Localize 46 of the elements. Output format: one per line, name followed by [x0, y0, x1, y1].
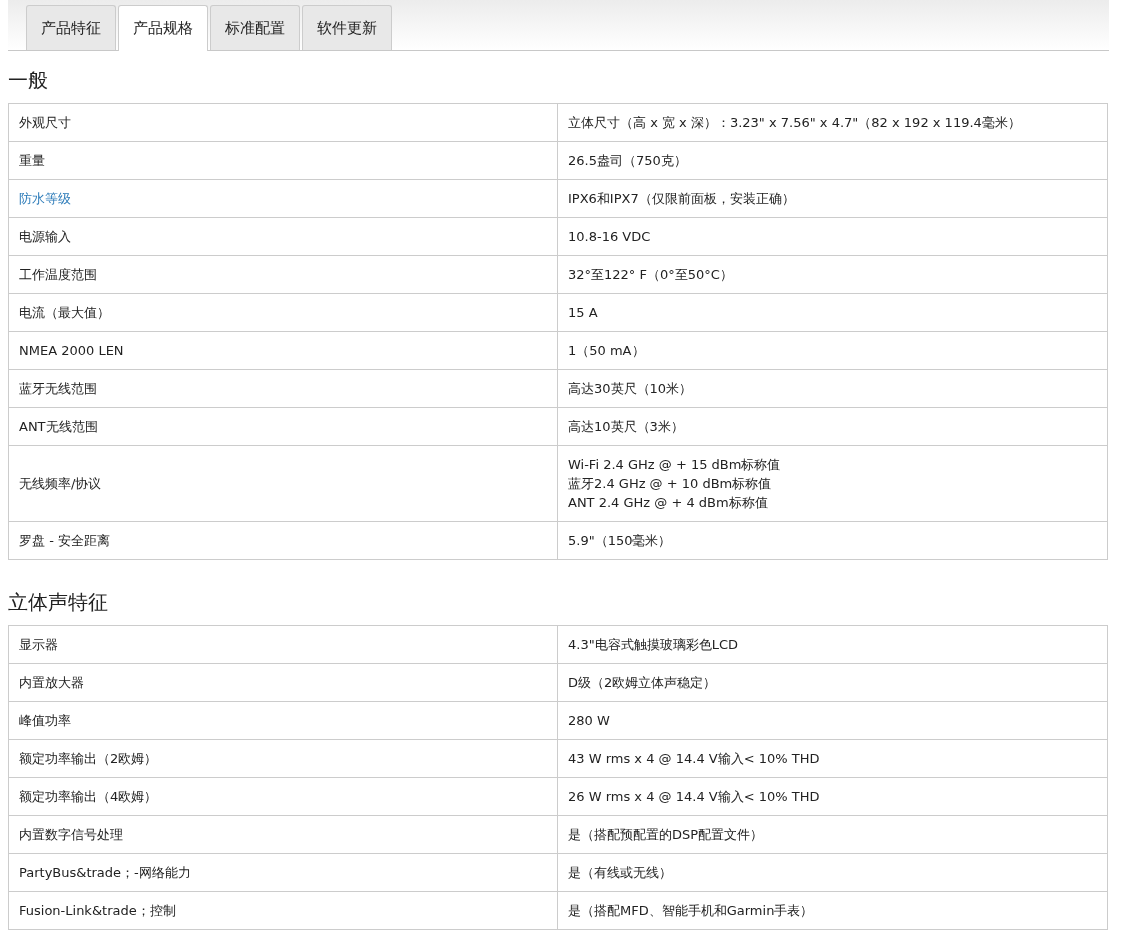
spec-label: 无线频率/协议	[19, 476, 102, 491]
spec-value: 是（搭配预配置的DSP配置文件）	[568, 826, 765, 844]
spec-label: 额定功率输出（4欧姆）	[19, 789, 158, 804]
tab[interactable]: 标准配置	[210, 5, 300, 50]
spec-value: 4.3"电容式触摸玻璃彩色LCD	[568, 636, 739, 654]
spec-value: Wi-Fi 2.4 GHz @ + 15 dBm标称值	[568, 456, 782, 474]
spec-value: 1（50 mA）	[568, 342, 646, 360]
spec-label: 工作温度范围	[19, 267, 97, 282]
spec-value: 高达10英尺（3米）	[568, 418, 685, 436]
spec-value: 32°至122° F（0°至50°C）	[568, 266, 734, 284]
spec-label: PartyBus&trade；-网络能力	[19, 865, 191, 880]
spec-label: 电流（最大值）	[19, 305, 110, 320]
spec-value: 高达30英尺（10米）	[568, 380, 694, 398]
spec-link[interactable]: 防水等级	[19, 191, 71, 206]
spec-label: 内置放大器	[19, 675, 84, 690]
tab[interactable]: 产品规格	[118, 5, 208, 51]
spec-value: 280 W	[568, 712, 611, 730]
section-heading: 立体声特征	[8, 589, 109, 615]
spec-label: 额定功率输出（2欧姆）	[19, 751, 158, 766]
spec-label: 蓝牙无线范围	[19, 381, 97, 396]
spec-label: 电源输入	[19, 229, 71, 244]
spec-value: D级（2欧姆立体声稳定）	[568, 674, 718, 692]
spec-value: 10.8-16 VDC	[568, 228, 652, 246]
spec-label: ANT无线范围	[19, 419, 98, 434]
spec-value: 是（有线或无线）	[568, 864, 673, 882]
spec-label: 罗盘 - 安全距离	[19, 533, 110, 548]
spec-value: 是（搭配MFD、智能手机和Garmin手表）	[568, 902, 815, 920]
spec-label: 峰值功率	[19, 713, 71, 728]
spec-value: 蓝牙2.4 GHz @ + 10 dBm标称值	[568, 475, 773, 493]
spec-value: ANT 2.4 GHz @ + 4 dBm标称值	[568, 494, 769, 512]
spec-value: 立体尺寸（高 x 宽 x 深）：3.23" x 7.56" x 4.7"（82 x 192 x 119.4毫米）	[568, 114, 1022, 132]
spec-value: 26 W rms x 4 @ 14.4 V输入< 10% THD	[568, 788, 821, 806]
spec-label: 重量	[19, 153, 45, 168]
spec-label: Fusion-Link&trade；控制	[19, 903, 176, 918]
spec-value: IPX6和IPX7（仅限前面板，安装正确）	[568, 190, 796, 208]
spec-label: NMEA 2000 LEN	[19, 343, 124, 358]
spec-value: 5.9"（150毫米）	[568, 532, 673, 550]
spec-value: 43 W rms x 4 @ 14.4 V输入< 10% THD	[568, 750, 821, 768]
spec-label: 显示器	[19, 637, 58, 652]
spec-value: 26.5盎司（750克）	[568, 152, 688, 170]
spec-label: 外观尺寸	[19, 115, 71, 130]
spec-value: 15 A	[568, 304, 599, 322]
tab[interactable]: 产品特征	[26, 5, 116, 50]
spec-label: 内置数字信号处理	[19, 827, 123, 842]
section-heading: 一般	[8, 67, 49, 93]
tab[interactable]: 软件更新	[302, 5, 392, 50]
